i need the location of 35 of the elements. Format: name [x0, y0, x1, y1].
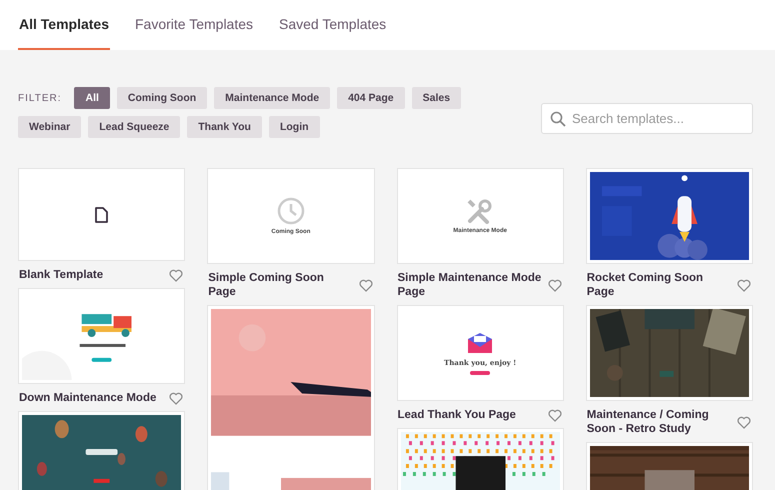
filter-chip[interactable]: Thank You [187, 116, 262, 138]
filter-chip[interactable]: Lead Squeeze [88, 116, 180, 138]
template-title[interactable]: Lead Thank You Page [398, 408, 516, 422]
search-icon [550, 111, 566, 127]
filter-chip[interactable]: Sales [412, 87, 462, 109]
tools-icon [467, 198, 494, 224]
tab[interactable]: Favorite Templates [134, 0, 254, 50]
heart-icon[interactable] [548, 278, 562, 292]
template-title[interactable]: Simple Coming Soon Page [208, 271, 354, 299]
template-title[interactable]: Blank Template [19, 268, 104, 282]
filter-chip[interactable]: Coming Soon [116, 87, 208, 109]
filter-chip[interactable]: Login [268, 116, 320, 138]
heart-icon[interactable] [737, 278, 751, 292]
template-thumbnail[interactable] [18, 168, 186, 261]
filter-chip[interactable]: All [74, 87, 110, 109]
heart-icon[interactable] [737, 416, 751, 428]
filter-chip[interactable]: 404 Page [337, 87, 405, 109]
template-title[interactable]: Simple Maintenance Mode Page [398, 271, 542, 299]
clock-icon [276, 197, 305, 225]
template-title[interactable]: Down Maintenance Mode [19, 391, 156, 405]
heart-icon[interactable] [548, 408, 562, 422]
document-icon [95, 206, 108, 222]
tab[interactable]: Saved Templates [278, 0, 388, 50]
template-title[interactable]: Maintenance / Coming Soon - Retro Study [586, 408, 732, 436]
filter-chip[interactable]: Webinar [18, 116, 82, 138]
thumbnail-button-drawing [470, 370, 490, 374]
template-title[interactable]: Rocket Coming Soon Page [586, 271, 732, 299]
heart-icon[interactable] [169, 268, 184, 282]
tab[interactable]: All Templates [18, 0, 110, 50]
heart-icon[interactable] [169, 392, 184, 404]
envelope-icon [467, 332, 494, 354]
heart-icon[interactable] [358, 278, 372, 292]
search-field[interactable]: Search templates... [541, 103, 753, 134]
filter-label: FILTER: [18, 92, 62, 104]
filter-chip[interactable]: Maintenance Mode [214, 87, 330, 109]
